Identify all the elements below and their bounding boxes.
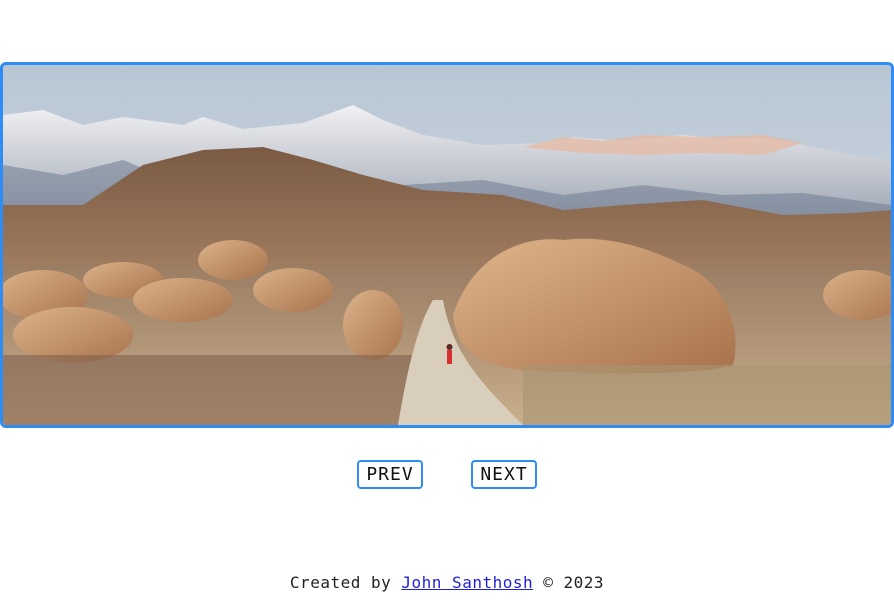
prev-button[interactable]: PREV — [357, 460, 423, 489]
footer: Created by John Santhosh © 2023 — [0, 573, 894, 592]
image-slider — [0, 62, 894, 428]
slider-controls: PREV NEXT — [0, 460, 894, 490]
footer-prefix: Created by — [289, 573, 402, 592]
footer-copyright: © 2023 — [533, 573, 605, 592]
author-link[interactable]: John Santhosh — [401, 573, 533, 592]
next-button[interactable]: NEXT — [471, 460, 537, 489]
page: PREV NEXT Created by John Santhosh © 202… — [0, 0, 894, 607]
slide-image — [3, 65, 891, 425]
